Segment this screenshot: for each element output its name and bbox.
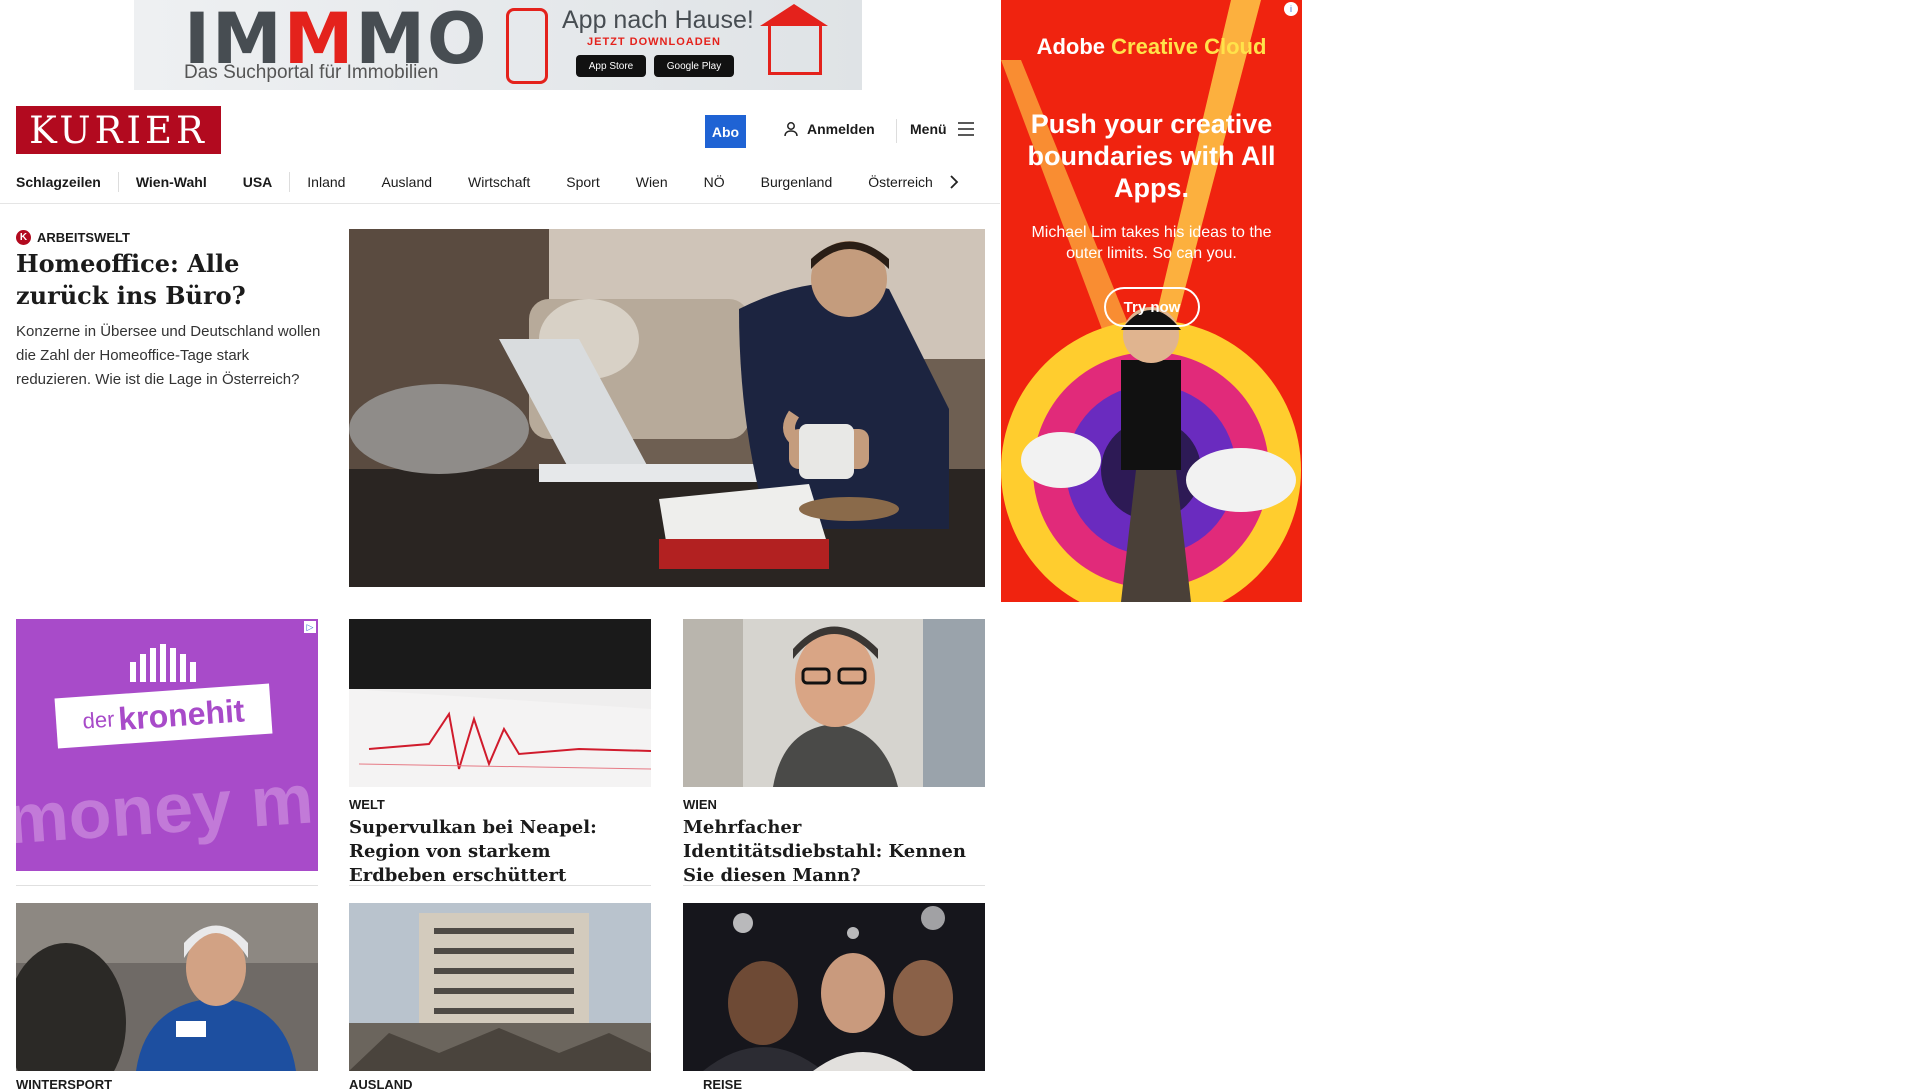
chevron-right-icon[interactable] [949, 174, 959, 190]
try-now-button[interactable]: Try now [1104, 287, 1200, 327]
kronehit-ad[interactable]: der kronehit money m ▷ [16, 619, 318, 871]
card-image-ausland[interactable] [349, 903, 651, 1071]
card-kicker: AUSLAND [349, 1077, 413, 1092]
hero-headline[interactable]: Homeoffice: Alle zurück ins Büro? [16, 248, 316, 312]
kurier-logo[interactable]: KURIER [16, 106, 221, 154]
user-icon [784, 122, 798, 137]
hero-kicker-label: ARBEITSWELT [37, 230, 130, 245]
card-image-wintersport[interactable] [16, 903, 318, 1071]
login-button[interactable]: Anmelden [783, 121, 875, 137]
nav-underline [0, 203, 1000, 204]
hero-kicker: K ARBEITSWELT [16, 230, 130, 245]
card-image-reise[interactable] [683, 903, 985, 1071]
nav-item-burgenland[interactable]: Burgenland [761, 174, 833, 190]
nav-item-schlagzeilen[interactable]: Schlagzeilen [16, 174, 101, 190]
header-divider [896, 119, 897, 143]
adobe-subtext: Michael Lim takes his ideas to the outer… [1031, 224, 1272, 262]
nav-divider [117, 172, 119, 192]
kronehit-logo: der kronehit [54, 683, 273, 749]
app-title: App nach Hause! [562, 6, 754, 34]
card-kicker: REISE [703, 1077, 743, 1092]
nav-item-wien[interactable]: Wien [636, 174, 668, 190]
adobe-side-ad[interactable]: i Adobe Creative Cloud Push your creativ… [1001, 0, 1302, 602]
kronehit-bg-text: money m [16, 759, 316, 859]
ad-info-icon[interactable]: i [1284, 2, 1298, 16]
card-headline[interactable]: Supervulkan bei Neapel: Region von stark… [349, 816, 651, 888]
adobe-brand: Adobe Creative Cloud [1036, 34, 1267, 59]
card-kicker: WIEN [683, 797, 717, 812]
card-kicker: WINTERSPORT [16, 1077, 113, 1092]
login-label: Anmelden [807, 121, 875, 137]
card-divider [683, 885, 985, 886]
top-banner-ad[interactable]: IMMMO Das Suchportal für Immobilien App … [134, 0, 862, 90]
kurier-plus-icon: K [16, 230, 31, 245]
ad-choices-icon[interactable]: ▷ [304, 621, 316, 633]
card-image-volcano[interactable] [349, 619, 651, 787]
card-headline[interactable]: Mehrfacher Identitätsdiebstahl: Kennen S… [683, 816, 985, 888]
nav-divider [289, 172, 291, 192]
card-divider [16, 885, 318, 886]
crown-icon [130, 644, 196, 682]
card-kicker: WELT [349, 797, 385, 812]
menu-label: Menü [910, 121, 947, 137]
nav-item-oesterreich[interactable]: Österreich [868, 174, 933, 190]
section-nav: Schlagzeilen Wien-Wahl USA Inland Auslan… [16, 168, 991, 196]
house-icon [768, 22, 822, 75]
immmo-subtitle: Das Suchportal für Immobilien [184, 62, 439, 83]
card-divider [349, 885, 651, 886]
app-cta: JETZT DOWNLOADEN [587, 36, 721, 48]
nav-item-inland[interactable]: Inland [307, 174, 345, 190]
nav-item-noe[interactable]: NÖ [704, 174, 725, 190]
hero-image[interactable] [349, 229, 985, 587]
phone-icon [506, 8, 548, 84]
nav-item-sport[interactable]: Sport [566, 174, 599, 190]
adobe-headline: Push your creative boundaries with All A… [1027, 109, 1276, 203]
google-play-badge[interactable]: Google Play [654, 55, 734, 77]
nav-item-wien-wahl[interactable]: Wien-Wahl [136, 174, 207, 190]
card-image-portrait[interactable] [683, 619, 985, 787]
app-store-badge[interactable]: App Store [576, 55, 646, 77]
hamburger-icon [957, 122, 974, 136]
nav-item-usa[interactable]: USA [243, 174, 273, 190]
menu-button[interactable]: Menü [910, 121, 975, 137]
hero-teaser: Konzerne in Übersee und Deutschland woll… [16, 323, 321, 388]
abo-button[interactable]: Abo [705, 115, 746, 148]
nav-item-wirtschaft[interactable]: Wirtschaft [468, 174, 530, 190]
nav-item-ausland[interactable]: Ausland [381, 174, 432, 190]
